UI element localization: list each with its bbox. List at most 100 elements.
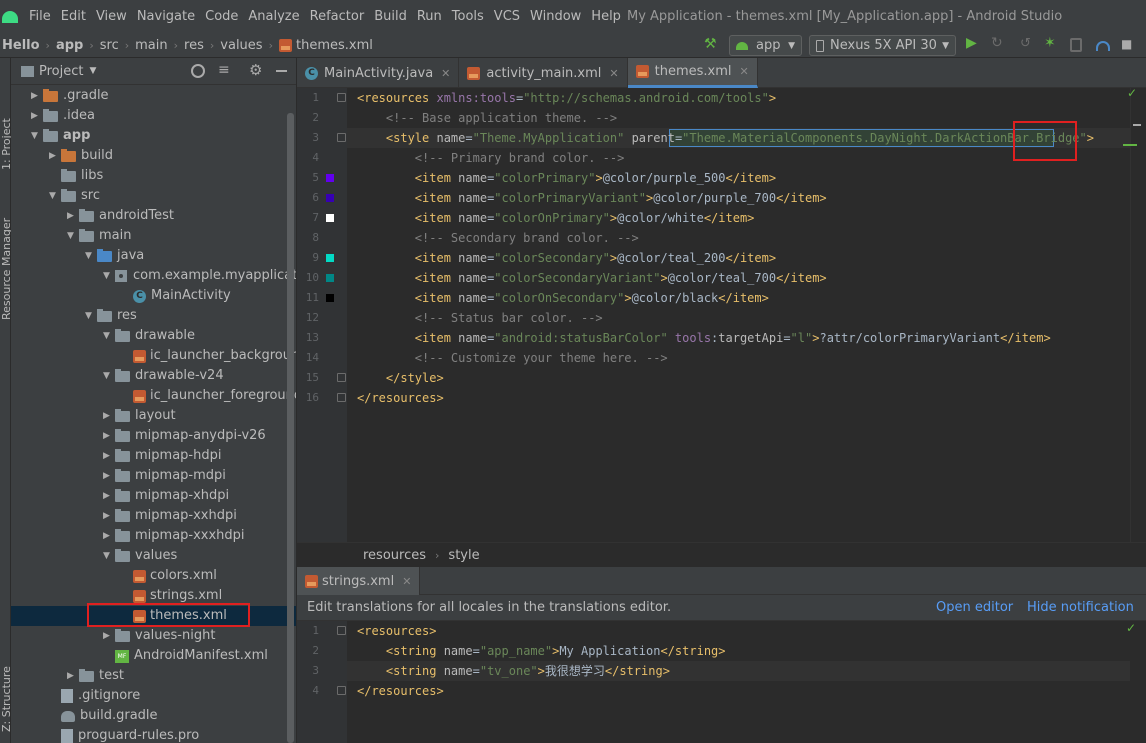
fold-marker-icon[interactable] xyxy=(337,93,346,102)
expand-right-icon[interactable]: ▶ xyxy=(103,486,115,506)
tree-item-app[interactable]: ▼ app xyxy=(31,126,90,146)
run-config-selector[interactable]: app ▼ xyxy=(729,35,802,56)
crumb-hello[interactable]: Hello xyxy=(2,38,40,53)
tree-item-layout[interactable]: ▶ layout xyxy=(103,406,176,426)
tree-item-build[interactable]: ▶ build xyxy=(49,146,113,166)
expand-down-icon[interactable]: ▼ xyxy=(103,366,115,386)
tree-item-mipmap-hdpi[interactable]: ▶ mipmap-hdpi xyxy=(103,446,221,466)
crumb-app[interactable]: app xyxy=(56,38,83,53)
menu-code[interactable]: Code xyxy=(200,0,243,33)
fold-marker-icon[interactable] xyxy=(337,686,346,695)
menu-help[interactable]: Help xyxy=(586,0,626,33)
tree-item-libs[interactable]: libs xyxy=(49,166,103,186)
attach-debugger-icon[interactable] xyxy=(1070,38,1082,52)
menu-navigate[interactable]: Navigate xyxy=(132,0,200,33)
project-scrollbar[interactable] xyxy=(287,113,294,743)
color-swatch-icon[interactable] xyxy=(326,254,334,262)
fold-marker-icon[interactable] xyxy=(337,626,346,635)
tree-item-mipmap-xxhdpi[interactable]: ▶ mipmap-xxhdpi xyxy=(103,506,237,526)
code-editor[interactable]: <resources xmlns:tools = "http://schemas.a… xyxy=(347,88,1130,542)
profile-icon[interactable] xyxy=(1096,41,1110,51)
locate-file-icon[interactable] xyxy=(191,64,205,78)
open-editor-link[interactable]: Open editor xyxy=(936,600,1013,615)
hammer-build-icon[interactable]: ⚒ xyxy=(704,36,718,52)
tree-item-gradle[interactable]: ▶ .gradle xyxy=(31,86,109,106)
expand-right-icon[interactable]: ▶ xyxy=(103,506,115,526)
expand-down-icon[interactable]: ▼ xyxy=(31,126,43,146)
tree-item-mipmap-anydpi-v26[interactable]: ▶ mipmap-anydpi-v26 xyxy=(103,426,266,446)
crumb-values[interactable]: values xyxy=(220,38,262,53)
tree-item-gitignore[interactable]: .gitignore xyxy=(49,686,140,706)
color-swatch-icon[interactable] xyxy=(326,174,334,182)
close-icon[interactable]: ✕ xyxy=(609,67,618,80)
tree-item-mipmap-mdpi[interactable]: ▶ mipmap-mdpi xyxy=(103,466,226,486)
menu-window[interactable]: Window xyxy=(525,0,586,33)
tree-item-test[interactable]: ▶ test xyxy=(67,666,124,686)
color-swatch-icon[interactable] xyxy=(326,274,334,282)
tree-item-build-gradle[interactable]: build.gradle xyxy=(49,706,158,726)
crumb-res[interactable]: res xyxy=(184,38,204,53)
color-swatch-icon[interactable] xyxy=(326,194,334,202)
menu-file[interactable]: File xyxy=(24,0,56,33)
device-selector[interactable]: Nexus 5X API 30 ▼ xyxy=(809,35,956,56)
menu-run[interactable]: Run xyxy=(412,0,447,33)
expand-down-icon[interactable]: ▼ xyxy=(85,246,97,266)
menu-vcs[interactable]: VCS xyxy=(489,0,525,33)
menu-view[interactable]: View xyxy=(91,0,132,33)
expand-right-icon[interactable]: ▶ xyxy=(103,626,115,646)
hide-notification-link[interactable]: Hide notification xyxy=(1027,600,1134,615)
tree-item-main[interactable]: ▼ main xyxy=(67,226,131,246)
debug-icon[interactable]: ✶ xyxy=(1044,35,1058,51)
project-view-selector[interactable]: Project xyxy=(39,64,83,79)
expand-down-icon[interactable]: ▼ xyxy=(85,306,97,326)
expand-right-icon[interactable]: ▶ xyxy=(67,666,79,686)
tab-themes-xml[interactable]: themes.xml ✕ xyxy=(627,58,758,88)
breadcrumb-resources[interactable]: resources xyxy=(363,548,426,563)
expand-right-icon[interactable]: ▶ xyxy=(103,446,115,466)
crumb-src[interactable]: src xyxy=(100,38,119,53)
gear-icon[interactable]: ⚙ xyxy=(249,61,262,79)
tree-item-values[interactable]: ▼ values xyxy=(103,546,177,566)
menu-build[interactable]: Build xyxy=(369,0,412,33)
tree-item-ic-launcher-foreground-xml[interactable]: ic_launcher_foreground.xml xyxy=(121,386,296,406)
tree-item-mipmap-xxxhdpi[interactable]: ▶ mipmap-xxxhdpi xyxy=(103,526,245,546)
expand-right-icon[interactable]: ▶ xyxy=(49,146,61,166)
tree-item-src[interactable]: ▼ src xyxy=(49,186,100,206)
menu-refactor[interactable]: Refactor xyxy=(305,0,370,33)
expand-right-icon[interactable]: ▶ xyxy=(103,406,115,426)
expand-right-icon[interactable]: ▶ xyxy=(31,86,43,106)
tree-item-java[interactable]: ▼ java xyxy=(85,246,144,266)
fold-marker-icon[interactable] xyxy=(337,373,346,382)
expand-down-icon[interactable]: ▼ xyxy=(49,186,61,206)
chevron-down-icon[interactable]: ▼ xyxy=(89,66,96,76)
crumb-main[interactable]: main xyxy=(135,38,167,53)
close-icon[interactable]: ✕ xyxy=(441,67,450,80)
menu-tools[interactable]: Tools xyxy=(447,0,489,33)
color-swatch-icon[interactable] xyxy=(326,294,334,302)
crumb-themes-xml[interactable]: themes.xml xyxy=(278,38,373,53)
no-problems-check-icon[interactable]: ✓ xyxy=(1127,86,1137,100)
tree-item-mipmap-xhdpi[interactable]: ▶ mipmap-xhdpi xyxy=(103,486,229,506)
expand-down-icon[interactable]: ▼ xyxy=(103,546,115,566)
apply-code-changes-icon[interactable]: ↺ xyxy=(1020,36,1034,51)
expand-right-icon[interactable]: ▶ xyxy=(103,526,115,546)
tab-strings-xml[interactable]: strings.xml ✕ xyxy=(297,567,421,595)
tab-activity-main-xml[interactable]: activity_main.xml ✕ xyxy=(459,58,628,88)
expand-down-icon[interactable]: ▼ xyxy=(67,226,79,246)
expand-down-icon[interactable]: ▼ xyxy=(103,326,115,346)
breadcrumb-style[interactable]: style xyxy=(448,548,479,563)
expand-right-icon[interactable]: ▶ xyxy=(67,206,79,226)
tree-item-androidmanifest-xml[interactable]: MF AndroidManifest.xml xyxy=(103,646,268,666)
expand-right-icon[interactable]: ▶ xyxy=(103,426,115,446)
tree-item-drawable[interactable]: ▼ drawable xyxy=(103,326,195,346)
close-icon[interactable]: ✕ xyxy=(402,575,411,588)
tree-item-values-night[interactable]: ▶ values-night xyxy=(103,626,215,646)
fold-marker-icon[interactable] xyxy=(337,133,346,142)
tree-item-drawable-v24[interactable]: ▼ drawable-v24 xyxy=(103,366,224,386)
tree-item-com-example-myapplication[interactable]: ▼ com.example.myapplication xyxy=(103,266,296,286)
fold-marker-icon[interactable] xyxy=(337,393,346,402)
tree-item-mainactivity[interactable]: C MainActivity xyxy=(121,286,231,306)
no-problems-check-icon[interactable]: ✓ xyxy=(1126,621,1136,635)
tree-item-idea[interactable]: ▶ .idea xyxy=(31,106,95,126)
tree-item-res[interactable]: ▼ res xyxy=(85,306,137,326)
